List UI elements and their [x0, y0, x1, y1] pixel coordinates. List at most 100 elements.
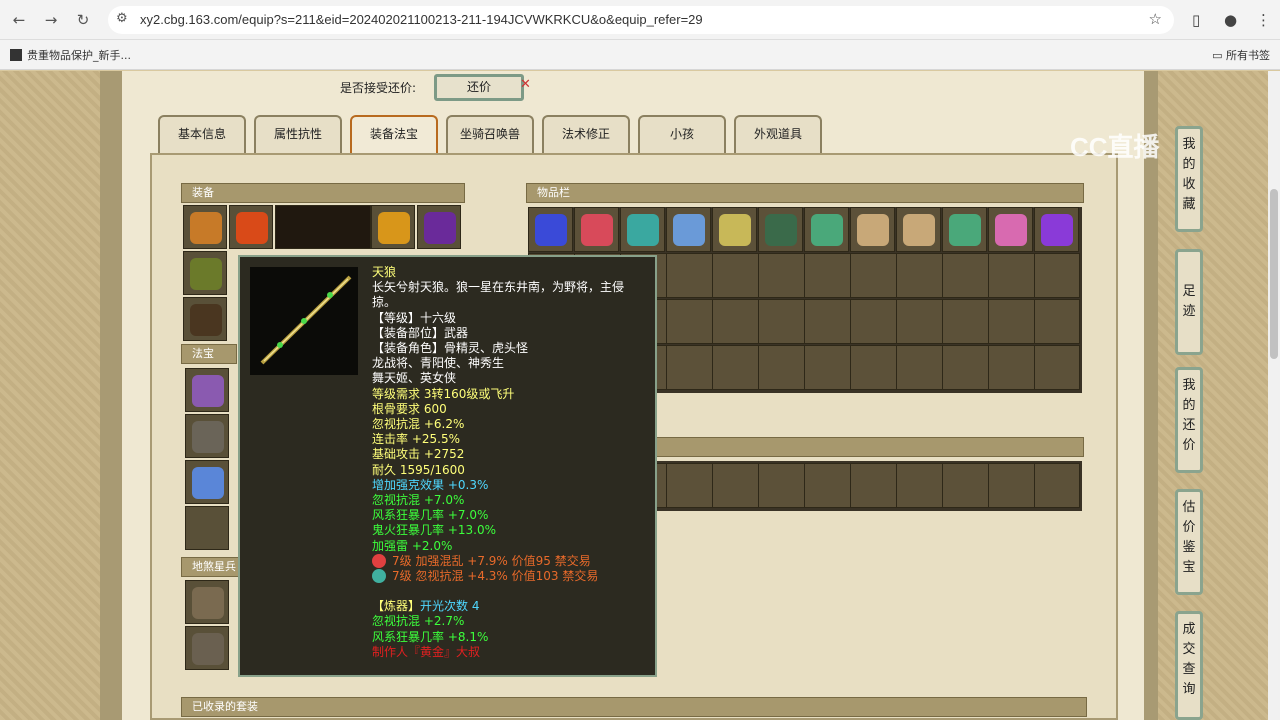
equip-slot-weapon[interactable]: [183, 251, 227, 295]
inv-cell[interactable]: [620, 207, 665, 252]
item-attr: 连击率 +25.5%: [372, 432, 460, 447]
scrollbar-thumb[interactable]: [1270, 189, 1278, 359]
earth-slot-1[interactable]: [185, 580, 229, 624]
tab-equipment[interactable]: 装备法宝: [350, 115, 438, 153]
inv-cell[interactable]: [712, 207, 757, 252]
inv-cell[interactable]: [850, 207, 895, 252]
valuation-button[interactable]: 估价鉴宝: [1175, 489, 1203, 595]
boots-icon: [719, 214, 751, 246]
suits-header: 已收录的套装: [181, 697, 1087, 717]
tab-mounts[interactable]: 坐骑召唤兽: [446, 115, 534, 153]
footprint-button[interactable]: 足迹: [1175, 249, 1203, 355]
character-portrait: [275, 205, 371, 249]
tab-basic-info[interactable]: 基本信息: [158, 115, 246, 153]
address-bar[interactable]: ⚙ xy2.cbg.163.com/equip?s=211&eid=202402…: [108, 6, 1174, 34]
tab-appearance[interactable]: 外观道具: [734, 115, 822, 153]
teal-gem-icon: [372, 569, 386, 584]
equip-slot-hat[interactable]: [183, 205, 227, 249]
bookmark-star-icon[interactable]: ☆: [1149, 10, 1162, 28]
my-offers-button[interactable]: 我的还价: [1175, 367, 1203, 473]
equip-slot-shoes[interactable]: [183, 297, 227, 341]
item-slot: 【装备部位】武器: [372, 325, 469, 340]
fabao-slot-4[interactable]: [185, 506, 229, 550]
close-icon[interactable]: ✕: [520, 77, 531, 92]
earth-header: 地煞星兵: [181, 557, 241, 577]
gem-row: 7级 忽视抗混 +4.3% 价值103 禁交易: [372, 569, 647, 584]
tab-child[interactable]: 小孩: [638, 115, 726, 153]
fabao-slot-2[interactable]: [185, 414, 229, 458]
favicon-icon: [10, 49, 22, 61]
bracelet-icon: [190, 304, 222, 336]
armor-icon: [857, 214, 889, 246]
offer-label: 是否接受还价:: [340, 81, 417, 95]
bookmark-item[interactable]: 贵重物品保护_新手...: [10, 47, 131, 63]
item-req-bone: 根骨要求 600: [372, 401, 447, 416]
fabao-2-icon: [192, 421, 224, 453]
spear-icon: [260, 275, 352, 365]
item-bonus: 加强雷 +2.0%: [372, 538, 453, 553]
items-header: 物品栏: [526, 183, 1084, 203]
inv-cell[interactable]: [528, 207, 573, 252]
item-bonus: 风系狂暴几率 +7.0%: [372, 508, 489, 523]
item-bonus: 忽视抗混 +7.0%: [372, 493, 465, 508]
hat-icon: [190, 212, 222, 244]
item-attr: 忽视抗混 +6.2%: [372, 417, 465, 432]
gem-icon: [627, 214, 659, 246]
item-name: 天狼: [372, 265, 397, 279]
red-gem-icon: [372, 553, 386, 568]
lantern-icon: [581, 214, 613, 246]
item-maker: 制作人『黄金』大叔: [372, 644, 481, 659]
reload-icon[interactable]: ↻: [72, 9, 94, 31]
pants-icon: [811, 214, 843, 246]
armor-icon: [903, 214, 935, 246]
refine-attr: 风系狂暴几率 +8.1%: [372, 629, 489, 644]
my-favorites-button[interactable]: 我的收藏: [1175, 126, 1203, 232]
tooltip-text: 天狼 长矢兮射天狼。狼一星在东井南，为野将，主侵掠。 【等级】十六级 【装备部位…: [372, 265, 647, 660]
inv-cell[interactable]: [666, 207, 711, 252]
inv-cell[interactable]: [896, 207, 941, 252]
fabao-1-icon: [192, 375, 224, 407]
url-text: xy2.cbg.163.com/equip?s=211&eid=20240202…: [140, 12, 703, 27]
chain-icon: [535, 214, 567, 246]
inv-cell[interactable]: [758, 207, 803, 252]
item-roles-3: 舞天姬、英女侠: [372, 371, 457, 386]
item-req-level: 等级需求 3转160级或飞升: [372, 386, 515, 401]
tab-attributes[interactable]: 属性抗性: [254, 115, 342, 153]
forward-icon[interactable]: →: [40, 9, 62, 31]
counter-offer-button[interactable]: 还价: [434, 74, 524, 101]
all-bookmarks[interactable]: ▭ 所有书签: [1212, 47, 1270, 63]
menu-icon[interactable]: ⋮: [1256, 11, 1271, 29]
ring-icon: [424, 212, 456, 244]
scrollbar[interactable]: [1268, 71, 1280, 720]
refine-attr: 忽视抗混 +2.7%: [372, 614, 465, 629]
equip-slot-armor[interactable]: [371, 205, 415, 249]
item-tooltip: 天狼 长矢兮射天狼。狼一星在东井南，为野将，主侵掠。 【等级】十六级 【装备部位…: [238, 255, 657, 677]
warrior-1-icon: [192, 587, 224, 619]
profile-icon[interactable]: ●: [1224, 11, 1237, 29]
earth-slot-2[interactable]: [185, 626, 229, 670]
warrior-2-icon: [192, 633, 224, 665]
site-info-icon[interactable]: ⚙: [116, 11, 128, 26]
equip-slot-ring[interactable]: [417, 205, 461, 249]
inv-cell[interactable]: [804, 207, 849, 252]
item-roles: 【装备角色】骨精灵、虎头怪: [372, 341, 529, 356]
inv-cell[interactable]: [988, 207, 1033, 252]
fabao-slot-1[interactable]: [185, 368, 229, 412]
inv-cell[interactable]: [574, 207, 619, 252]
refine-row: 【炼器】开光次数 4: [372, 599, 480, 614]
equip-header: 装备: [181, 183, 465, 203]
tab-spells[interactable]: 法术修正: [542, 115, 630, 153]
spear-icon: [190, 258, 222, 290]
item-level: 【等级】十六级: [372, 310, 457, 325]
deal-lookup-button[interactable]: 成交查询: [1175, 611, 1203, 720]
fabao-slot-3[interactable]: [185, 460, 229, 504]
inv-cell[interactable]: [1034, 207, 1079, 252]
equip-slot-necklace[interactable]: [229, 205, 273, 249]
inv-cell[interactable]: [942, 207, 987, 252]
fabao-3-icon: [192, 467, 224, 499]
crystal-icon: [1041, 214, 1073, 246]
browser-toolbar: ← → ↻ ⚙ xy2.cbg.163.com/equip?s=211&eid=…: [0, 0, 1280, 40]
back-icon[interactable]: ←: [8, 9, 30, 31]
item-roles-2: 龙战将、青阳使、神秀生: [372, 356, 505, 371]
side-panel-icon[interactable]: ▯: [1192, 11, 1200, 29]
